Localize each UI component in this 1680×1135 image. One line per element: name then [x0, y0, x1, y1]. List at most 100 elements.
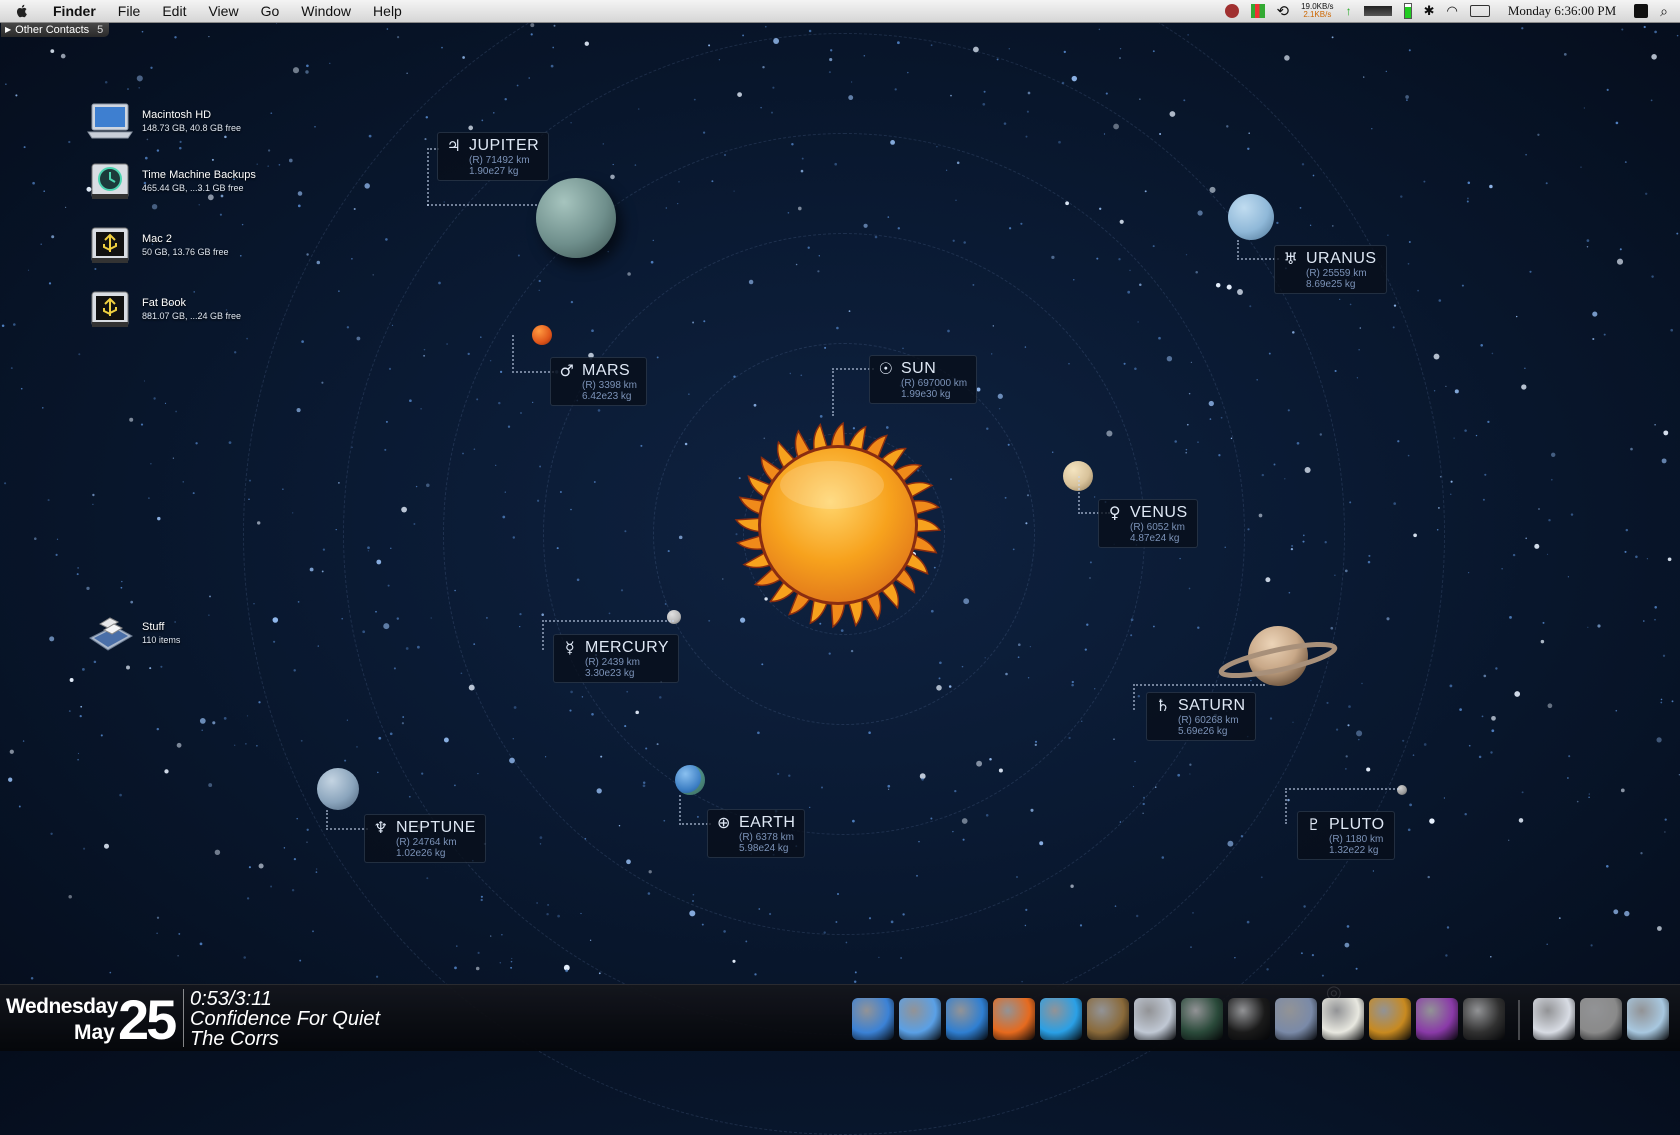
menu-view[interactable]: View [197, 0, 249, 22]
star [1615, 121, 1619, 125]
star [79, 714, 82, 718]
star [104, 843, 109, 849]
star [201, 729, 203, 732]
time-machine-menu-icon[interactable]: ⟲ [1277, 2, 1290, 20]
menu-help[interactable]: Help [362, 0, 413, 22]
itunes-icon[interactable] [899, 998, 941, 1040]
desktop-icon-fat-book[interactable]: Fat Book 881.07 GB, ...24 GB free [86, 288, 241, 332]
star [130, 600, 134, 604]
finder-icon[interactable] [852, 998, 894, 1040]
other-contacts-tab[interactable]: ▶ Other Contacts 5 [1, 22, 110, 37]
menu-go[interactable]: Go [250, 0, 291, 22]
star [1406, 99, 1408, 101]
desktop-icon-detail: 465.44 GB, ...3.1 GB free [142, 183, 244, 193]
star [305, 70, 309, 74]
mercury-symbol-icon: ☿ [564, 638, 576, 657]
menu-clock[interactable]: Monday 6:36:00 PM [1508, 3, 1616, 19]
star [1664, 818, 1667, 821]
desktop-icon-macintosh-hd[interactable]: Macintosh HD 148.73 GB, 40.8 GB free [86, 100, 241, 144]
star [1592, 311, 1598, 317]
star [291, 888, 295, 892]
bluetooth-icon[interactable]: ✱ [1424, 3, 1435, 19]
dark-app-icon[interactable] [1463, 998, 1505, 1040]
network-folder-icon [89, 617, 134, 651]
planet-name: MARS [582, 361, 631, 379]
star [297, 204, 301, 208]
firefox-icon[interactable] [993, 998, 1035, 1040]
star [1355, 967, 1358, 970]
purple-app-icon[interactable] [1416, 998, 1458, 1040]
spotlight-icon[interactable]: ⌕ [1660, 3, 1668, 20]
jupiter-planet [536, 178, 616, 258]
star [278, 163, 281, 166]
skype-status-icon[interactable] [1224, 4, 1239, 18]
terminal-icon[interactable] [1228, 998, 1270, 1040]
star [248, 866, 251, 869]
star [1619, 248, 1622, 251]
desktop-icon-mac-2[interactable]: Mac 2 50 GB, 13.76 GB free [86, 224, 229, 268]
user-switch-icon[interactable] [1634, 4, 1649, 18]
menu-window[interactable]: Window [290, 0, 362, 22]
star [1481, 715, 1484, 718]
star [258, 701, 261, 704]
star [1483, 674, 1487, 678]
battery-level-icon[interactable] [1403, 3, 1412, 19]
network-speed[interactable]: 19.0KB/s 2.1KB/s [1301, 3, 1333, 19]
iphoto-icon[interactable] [1087, 998, 1129, 1040]
saturn-planet [1218, 626, 1338, 686]
menu-finder[interactable]: Finder [42, 0, 107, 22]
star [1311, 953, 1315, 957]
star [1408, 241, 1411, 243]
star [68, 140, 71, 144]
planet-name: JUPITER [469, 136, 540, 154]
star [129, 417, 134, 422]
upload-arrow-icon: ↑ [1345, 4, 1352, 18]
now-playing-widget[interactable]: 0:53/3:11 Confidence For Quiet The Corrs [190, 989, 380, 1049]
planet-mass: 1.99e30 kg [901, 389, 951, 400]
script-editor-icon[interactable] [1275, 998, 1317, 1040]
quicktime-icon[interactable] [1040, 998, 1082, 1040]
activity-monitor-icon[interactable] [1181, 998, 1223, 1040]
star [1537, 133, 1540, 136]
documents-stack-icon[interactable] [1533, 998, 1575, 1040]
desktop-icon-time-machine-backups[interactable]: Time Machine Backups 465.44 GB, ...3.1 G… [86, 160, 256, 204]
textedit-icon[interactable] [1322, 998, 1364, 1040]
star [1671, 700, 1674, 703]
star [1576, 800, 1579, 803]
star [1654, 606, 1657, 609]
star [234, 351, 237, 354]
planet-name: NEPTUNE [396, 818, 476, 836]
star [148, 497, 150, 499]
apple-icon[interactable] [14, 3, 30, 19]
star [1454, 389, 1459, 394]
planet-name: SUN [901, 359, 937, 377]
ring-app-icon[interactable] [1369, 998, 1411, 1040]
menu-file[interactable]: File [107, 0, 152, 22]
star [246, 897, 250, 900]
preview-icon[interactable] [1134, 998, 1176, 1040]
cpu-meter-icon[interactable] [1250, 4, 1265, 18]
trash-icon[interactable] [1627, 998, 1669, 1040]
star [80, 705, 83, 708]
desktop-icon-detail: 50 GB, 13.76 GB free [142, 247, 229, 257]
uranus-planet [1228, 194, 1274, 240]
star [138, 86, 141, 89]
star [1606, 865, 1609, 868]
star [18, 805, 21, 808]
safari-icon[interactable] [946, 998, 988, 1040]
star [8, 777, 13, 782]
now-playing-time: 0:53/3:11 [190, 988, 272, 1010]
activity-graph-icon[interactable] [1363, 6, 1392, 16]
star [1586, 239, 1590, 242]
menu-edit[interactable]: Edit [151, 0, 197, 22]
star [77, 752, 80, 755]
wifi-icon[interactable]: ◠ [1446, 3, 1457, 19]
star [1408, 49, 1411, 52]
desktop-icon-stuff[interactable]: Stuff 110 items [86, 612, 180, 656]
star [23, 146, 26, 149]
star [109, 971, 112, 974]
system-preferences-icon[interactable] [1580, 998, 1622, 1040]
battery-icon[interactable] [1469, 5, 1490, 17]
star [1, 324, 5, 328]
star [1524, 367, 1526, 369]
